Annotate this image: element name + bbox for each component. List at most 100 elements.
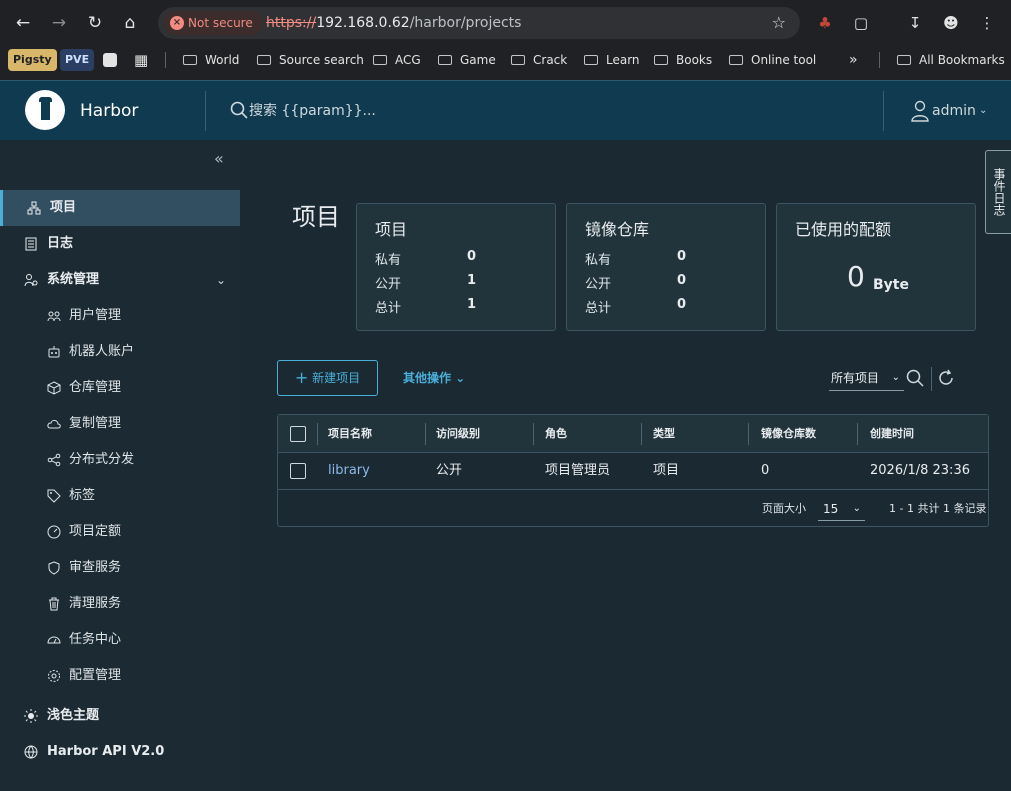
bookmark-pve[interactable]: PVE <box>60 49 95 71</box>
row-checkbox[interactable] <box>290 463 306 479</box>
refresh-icon[interactable] <box>937 369 955 387</box>
extensions-puzzle-icon[interactable]: ▢ <box>848 10 874 36</box>
sidebar-label: 清理服务 <box>69 596 122 611</box>
bookmark-all[interactable]: All Bookmarks <box>897 49 1005 71</box>
global-search-input[interactable]: 搜索 {{param}}... <box>249 81 376 141</box>
bookmark-game[interactable]: Game <box>438 49 496 71</box>
bookmark-label: Crack <box>533 53 568 67</box>
cell-created: 2026/1/8 23:36 <box>870 463 970 478</box>
sidebar-item-theme[interactable]: 浅色主题 <box>0 698 241 734</box>
bookmark-online-tool[interactable]: Online tool <box>729 49 816 71</box>
bookmark-star-icon[interactable]: ☆ <box>772 7 786 39</box>
column-header-access[interactable]: 访问级别 <box>436 415 480 453</box>
harbor-logo-icon[interactable] <box>25 90 65 130</box>
bookmark-separator <box>879 52 880 68</box>
admin-users-icon <box>24 274 38 287</box>
column-divider <box>425 423 426 445</box>
project-filter-select[interactable]: 所有项目 ⌄ <box>829 365 904 391</box>
folder-icon <box>183 55 197 65</box>
column-header-repo-count[interactable]: 镜像仓库数 <box>761 415 816 453</box>
user-icon[interactable] <box>910 100 930 122</box>
sidebar-item-labels[interactable]: 标签 <box>0 478 241 514</box>
sidebar-item-gc[interactable]: 清理服务 <box>0 586 241 622</box>
page-size-select[interactable]: 15 ⌄ <box>818 497 865 521</box>
column-divider <box>317 423 318 445</box>
bookmark-acg[interactable]: ACG <box>373 49 421 71</box>
reload-icon[interactable]: ↻ <box>82 10 108 36</box>
bookmark-source-search[interactable]: Source search <box>257 49 364 71</box>
column-divider <box>857 423 858 445</box>
chevron-down-icon[interactable]: ⌄ <box>216 262 226 298</box>
bookmark-learn[interactable]: Learn <box>584 49 640 71</box>
browser-toolbar: ← → ↻ ⌂ × Not secure https://192.168.0.6… <box>0 4 1011 42</box>
select-all-checkbox[interactable] <box>290 426 306 442</box>
sidebar-item-projects[interactable]: 项目 <box>0 190 240 226</box>
folder-icon <box>511 55 525 65</box>
sidebar-label: 项目定额 <box>69 524 122 539</box>
bookmark-books[interactable]: Books <box>654 49 712 71</box>
column-header-created[interactable]: 创建时间 <box>870 415 914 453</box>
table-row[interactable]: library 公开 项目管理员 项目 0 2026/1/8 23:36 <box>278 453 988 490</box>
sidebar-label: Harbor API V2.0 <box>47 744 165 759</box>
globe-icon <box>24 745 38 759</box>
column-divider <box>641 423 642 445</box>
bookmarks-bar: Pigsty PVE ▦ World Source search ACG Gam… <box>0 46 1011 74</box>
card-value: 0 <box>677 273 687 288</box>
sidebar-label: 项目 <box>50 200 77 215</box>
sidebar-item-distributions[interactable]: 分布式分发 <box>0 442 241 478</box>
chevron-down-icon[interactable]: ⌄ <box>979 81 987 141</box>
brand-title[interactable]: Harbor <box>80 81 138 141</box>
bookmark-pigsty[interactable]: Pigsty <box>8 49 57 71</box>
sidebar-item-config[interactable]: 配置管理 <box>0 658 241 694</box>
sidebar-item-interrogation[interactable]: 审查服务 <box>0 550 241 586</box>
search-icon[interactable] <box>230 101 248 119</box>
sidebar-label: 用户管理 <box>69 308 122 323</box>
table-footer: 页面大小 15 ⌄ 1 - 1 共计 1 条记录 <box>278 490 988 527</box>
sidebar-label: 审查服务 <box>69 560 122 575</box>
sidebar-item-users[interactable]: 用户管理 <box>0 298 241 334</box>
column-header-name[interactable]: 项目名称 <box>328 415 372 453</box>
sidebar-item-admin[interactable]: 系统管理 ⌄ <box>0 262 241 298</box>
profile-icon[interactable]: ☻ <box>938 10 964 36</box>
download-icon[interactable]: ↧ <box>902 10 928 36</box>
folder-icon <box>257 55 271 65</box>
bookmark-crack[interactable]: Crack <box>511 49 567 71</box>
sidebar-item-api[interactable]: Harbor API V2.0 <box>0 734 241 770</box>
apps-grid-icon[interactable]: ▦ <box>134 49 148 71</box>
cube-icon <box>47 381 61 395</box>
more-actions-button[interactable]: 其他操作 ⌄ <box>403 360 465 396</box>
event-log-tab[interactable]: 事件日志 <box>985 150 1011 234</box>
back-icon[interactable]: ← <box>10 10 36 36</box>
sidebar-label: 日志 <box>47 236 74 251</box>
card-title: 镜像仓库 <box>585 220 650 239</box>
robot-icon <box>48 346 60 358</box>
card-label: 私有 <box>375 253 402 268</box>
menu-kebab-icon[interactable]: ⋮ <box>974 10 1000 36</box>
url-text[interactable]: https://192.168.0.62/harbor/projects <box>266 7 521 39</box>
sidebar-item-replications[interactable]: 复制管理 <box>0 406 241 442</box>
search-icon[interactable] <box>906 369 924 387</box>
sidebar-item-registries[interactable]: 仓库管理 <box>0 370 241 406</box>
sidebar-item-jobs[interactable]: 任务中心 <box>0 622 241 658</box>
sidebar-label: 标签 <box>69 488 96 503</box>
collapse-sidebar-icon[interactable]: « <box>214 149 224 168</box>
sidebar-item-logs[interactable]: 日志 <box>0 226 241 262</box>
bookmark-blank-icon[interactable] <box>103 53 117 67</box>
sidebar-item-robots[interactable]: 机器人账户 <box>0 334 241 370</box>
column-header-type[interactable]: 类型 <box>653 415 675 453</box>
column-header-role[interactable]: 角色 <box>545 415 567 453</box>
security-chip[interactable]: × Not secure <box>164 11 263 35</box>
extension-icon[interactable]: ♣ <box>812 10 838 36</box>
bookmarks-overflow-button[interactable]: » <box>849 49 858 71</box>
project-name-link[interactable]: library <box>328 453 370 489</box>
table-header: 项目名称 访问级别 角色 类型 镜像仓库数 创建时间 <box>278 415 988 453</box>
address-bar[interactable]: × Not secure https://192.168.0.62/harbor… <box>158 7 800 39</box>
bookmark-world[interactable]: World <box>183 49 239 71</box>
forward-icon[interactable]: → <box>46 10 72 36</box>
bookmark-label: ACG <box>395 53 421 67</box>
card-label: 公开 <box>375 277 402 292</box>
user-menu[interactable]: admin <box>932 81 976 141</box>
sidebar-item-quotas[interactable]: 项目定额 <box>0 514 241 550</box>
home-icon[interactable]: ⌂ <box>117 10 143 36</box>
new-project-button[interactable]: + 新建项目 <box>277 360 378 396</box>
